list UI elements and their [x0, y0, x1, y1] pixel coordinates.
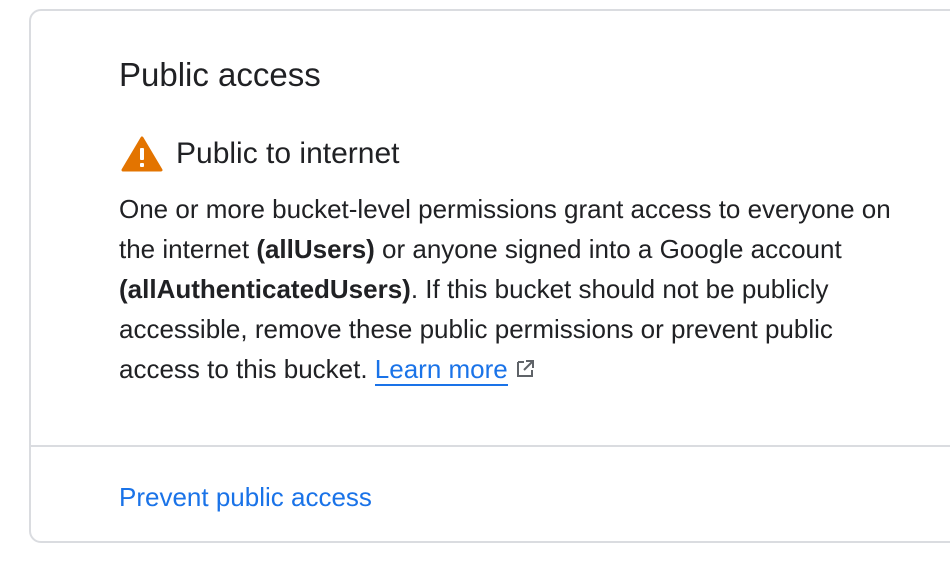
description-part: or anyone signed into a Google account	[374, 234, 842, 264]
status-row: Public to internet	[119, 133, 919, 175]
card-title: Public access	[119, 56, 321, 93]
warning-icon	[121, 136, 163, 172]
public-access-card: Public access Public to internet One or …	[29, 9, 950, 543]
card-body: Public access Public to internet One or …	[119, 55, 919, 389]
all-authenticated-users-term: (allAuthenticatedUsers)	[119, 274, 411, 304]
card-divider	[31, 445, 950, 447]
description-text: One or more bucket-level permissions gra…	[119, 189, 919, 389]
all-users-term: (allUsers)	[256, 234, 375, 264]
prevent-public-access-button[interactable]: Prevent public access	[119, 477, 372, 517]
learn-more-link[interactable]: Learn more	[374, 354, 508, 386]
external-link-icon[interactable]	[514, 358, 536, 380]
status-label: Public to internet	[176, 137, 400, 170]
